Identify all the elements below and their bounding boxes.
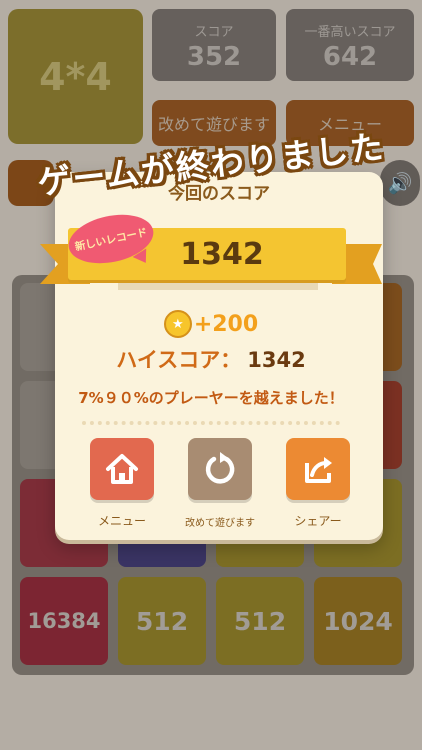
menu-action-button[interactable] (90, 438, 154, 500)
coin-reward: ★ +200 (0, 310, 422, 338)
high-score-line: ハイスコア： 1342 (0, 344, 422, 374)
refresh-icon (205, 452, 235, 484)
percentile-message: 7%９０%のプレーヤーを越えました！ (78, 389, 344, 407)
ribbon-shadow (118, 280, 318, 290)
home-icon (106, 454, 138, 484)
high-score-label: ハイスコア： (116, 348, 242, 372)
star-coin-icon: ★ (163, 310, 192, 338)
share-icon (305, 457, 332, 483)
high-score-value: 1342 (247, 348, 306, 372)
divider (82, 421, 340, 425)
restart-action-button[interactable] (188, 438, 252, 500)
coin-bonus: +200 (193, 311, 259, 337)
final-score: 1342 (180, 236, 264, 272)
restart-action-label: 改めて遊びます (185, 518, 255, 529)
share-action-button[interactable] (286, 438, 350, 500)
share-action-label: シェアー (294, 514, 342, 528)
new-record-text: 新しいレコード (73, 225, 149, 253)
menu-action-label: メニュー (97, 514, 146, 528)
